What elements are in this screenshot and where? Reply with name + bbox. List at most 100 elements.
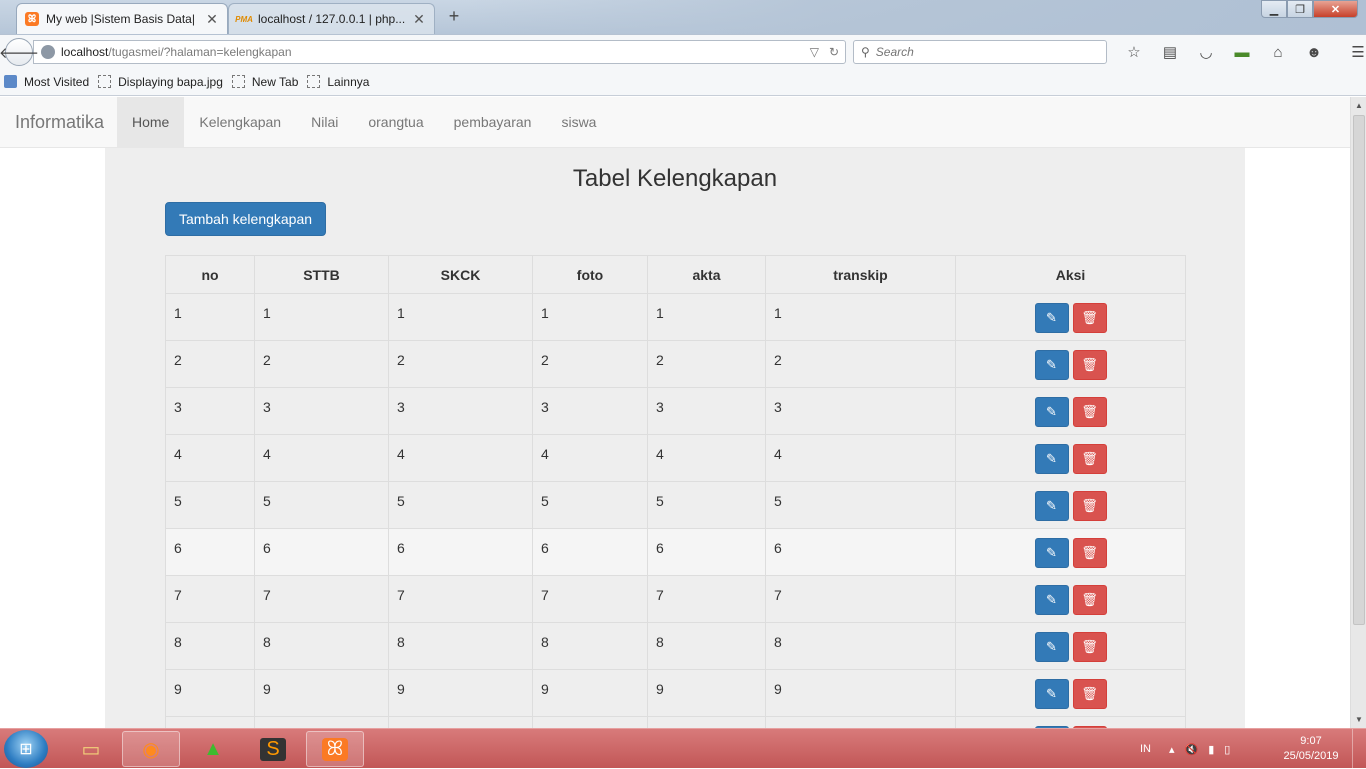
taskbar-clock[interactable]: 9:07 25/05/2019: [1278, 734, 1344, 764]
scrollbar-thumb[interactable]: [1353, 115, 1365, 625]
close-tab-icon[interactable]: ✕: [412, 11, 426, 28]
delete-button[interactable]: 🗑: [1072, 350, 1107, 380]
nav-home[interactable]: Home: [117, 97, 185, 147]
table-cell: 3: [254, 387, 389, 435]
page-viewport: Informatika Home Kelengkapan Nilai orang…: [0, 97, 1350, 728]
taskbar-firefox[interactable]: ◉: [122, 731, 180, 767]
table-cell: [532, 716, 648, 728]
windows-taskbar: ⊞ ▭ ◉ ▲ S ꕤ IN ▴ 🔇 ▮ ▯ 9:07 25/05/2019: [0, 728, 1366, 769]
add-kelengkapan-button[interactable]: Tambah kelengkapan: [165, 202, 326, 236]
volume-muted-icon[interactable]: 🔇: [1185, 743, 1199, 756]
table-row: 7 7 7 7 7 7 ✎ 🗑: [165, 575, 1186, 623]
edit-button[interactable]: ✎: [1034, 350, 1069, 380]
dropdown-arrow-icon[interactable]: ▽: [810, 45, 819, 59]
table-row: 2 2 2 2 2 2 ✎ 🗑: [165, 340, 1186, 388]
network-signal-icon[interactable]: ▮: [1208, 743, 1214, 756]
download-icon[interactable]: ▬: [1224, 40, 1260, 64]
start-button[interactable]: ⊞: [4, 730, 48, 768]
reading-list-icon[interactable]: ▤: [1152, 40, 1188, 64]
delete-button[interactable]: 🗑: [1072, 491, 1107, 521]
nav-orangtua[interactable]: orangtua: [353, 97, 438, 147]
delete-button[interactable]: 🗑: [1072, 538, 1107, 568]
delete-button[interactable]: 🗑: [1072, 632, 1107, 662]
delete-button[interactable]: 🗑: [1072, 585, 1107, 615]
search-box[interactable]: ⚲: [853, 40, 1107, 64]
edit-button[interactable]: ✎: [1034, 444, 1069, 474]
table-row: 9 9 9 9 9 9 ✎ 🗑: [165, 669, 1186, 717]
edit-button[interactable]: ✎: [1034, 538, 1069, 568]
trash-icon: 🗑: [1081, 451, 1098, 466]
windows-logo-icon: ⊞: [19, 741, 33, 758]
back-button[interactable]: 🡐: [0, 38, 39, 66]
search-input[interactable]: [875, 45, 1096, 59]
edit-button[interactable]: ✎: [1034, 303, 1069, 333]
table-row: 8 8 8 8 8 8 ✎ 🗑: [165, 622, 1186, 670]
hello-icon[interactable]: ☻: [1296, 40, 1332, 64]
table-cell: 9: [532, 669, 648, 717]
table-cell: 1: [647, 293, 766, 341]
table-cell: 9: [765, 669, 956, 717]
navbar-brand[interactable]: Informatika: [0, 97, 117, 147]
reload-icon[interactable]: ↻: [829, 45, 839, 59]
edit-button[interactable]: ✎: [1034, 397, 1069, 427]
tab-my-web[interactable]: ꕤ My web |Sistem Basis Data| ✕: [16, 3, 228, 34]
close-window-button[interactable]: ✕: [1313, 0, 1358, 18]
nav-kelengkapan[interactable]: Kelengkapan: [184, 97, 296, 147]
taskbar-utorrent[interactable]: ▲: [184, 731, 242, 767]
taskbar-xampp[interactable]: ꕤ: [306, 731, 364, 767]
nav-pembayaran[interactable]: pembayaran: [439, 97, 547, 147]
globe-icon: [41, 45, 55, 59]
delete-button[interactable]: 🗑: [1072, 679, 1107, 709]
bookmark-most-visited[interactable]: Most Visited: [4, 75, 89, 89]
table-cell-aksi: ✎🗑: [955, 716, 1186, 728]
taskbar-sublime[interactable]: S: [244, 731, 302, 767]
page-icon: [307, 75, 321, 88]
show-desktop-button[interactable]: [1352, 729, 1366, 769]
maximize-button[interactable]: ❐: [1287, 0, 1313, 18]
delete-button[interactable]: 🗑: [1072, 397, 1107, 427]
back-arrow-icon: 🡐: [0, 44, 40, 62]
table-cell: 4: [254, 434, 389, 482]
table-cell: 3: [388, 387, 533, 435]
show-hidden-icons-icon[interactable]: ▴: [1169, 743, 1175, 756]
table-cell: [765, 716, 956, 728]
home-icon[interactable]: ⌂: [1260, 40, 1296, 64]
table-cell: 8: [388, 622, 533, 670]
taskbar-explorer[interactable]: ▭: [62, 731, 120, 767]
edit-button[interactable]: ✎: [1034, 491, 1069, 521]
table-row: 1 1 1 1 1 1 ✎ 🗑: [165, 293, 1186, 341]
tab-phpmyadmin[interactable]: PMA localhost / 127.0.0.1 | php... ✕: [228, 3, 435, 34]
page-scrollbar[interactable]: ▲ ▼: [1350, 97, 1366, 728]
power-icon[interactable]: ▯: [1224, 743, 1230, 756]
table-cell: 2: [388, 340, 533, 388]
menu-icon[interactable]: ☰: [1340, 40, 1366, 64]
bookmark-star-icon[interactable]: ☆: [1116, 40, 1152, 64]
pocket-icon[interactable]: ◡: [1188, 40, 1224, 64]
nav-siswa[interactable]: siswa: [546, 97, 611, 147]
table-cell: 2: [254, 340, 389, 388]
delete-button[interactable]: 🗑: [1072, 303, 1107, 333]
bookmark-displaying[interactable]: Displaying bapa.jpg: [98, 75, 223, 89]
edit-button[interactable]: ✎: [1034, 679, 1069, 709]
scroll-down-icon[interactable]: ▼: [1351, 711, 1366, 728]
edit-button[interactable]: ✎: [1034, 632, 1069, 662]
bookmark-new-tab[interactable]: New Tab: [231, 75, 298, 89]
url-bar[interactable]: localhost/tugasmei/?halaman=kelengkapan …: [33, 40, 846, 64]
table-cell: 4: [647, 434, 766, 482]
table-row: 5 5 5 5 5 5 ✎ 🗑: [165, 481, 1186, 529]
nav-nilai[interactable]: Nilai: [296, 97, 353, 147]
minimize-button[interactable]: ▁: [1261, 0, 1287, 18]
firefox-icon: ◉: [142, 738, 160, 761]
new-tab-button[interactable]: +: [444, 6, 464, 28]
delete-button[interactable]: 🗑: [1072, 444, 1107, 474]
edit-button[interactable]: ✎: [1034, 585, 1069, 615]
table-cell-aksi: ✎🗑: [955, 293, 1186, 341]
table-cell-aksi: ✎🗑: [955, 434, 1186, 482]
edit-icon: ✎: [1046, 451, 1057, 466]
table-cell: 2: [165, 340, 255, 388]
scroll-up-icon[interactable]: ▲: [1351, 97, 1366, 114]
close-tab-icon[interactable]: ✕: [205, 11, 219, 28]
language-indicator[interactable]: IN: [1140, 743, 1151, 755]
table-cell-aksi: ✎🗑: [955, 481, 1186, 529]
bookmark-lainnya[interactable]: Lainnya: [307, 75, 369, 89]
